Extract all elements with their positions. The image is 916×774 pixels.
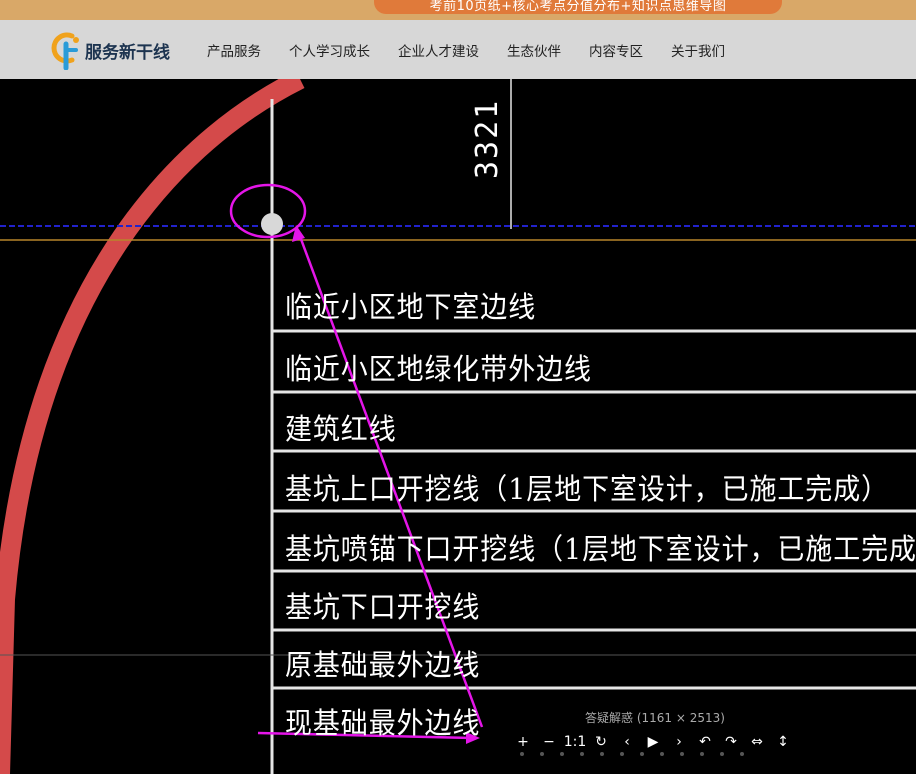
zoom-out-icon[interactable]: − <box>536 734 562 750</box>
flip-vertical-icon[interactable]: ↕ <box>770 734 796 750</box>
legend-label-1: 临近小区地下室边线 <box>285 290 537 324</box>
nav-item-personal-growth[interactable]: 个人学习成长 <box>289 40 370 60</box>
thumbnail-dot[interactable] <box>520 752 524 756</box>
dimension-value: 3321 <box>470 98 505 179</box>
promo-text[interactable]: 考前10页纸+核心考点分值分布+知识点思维导图 <box>374 0 782 14</box>
thumbnail-dot[interactable] <box>720 752 724 756</box>
logo-icon <box>51 32 79 70</box>
prev-icon[interactable]: ‹ <box>614 734 640 750</box>
thumbnail-dot[interactable] <box>740 752 744 756</box>
top-navbar: 服务新干线 产品服务 个人学习成长 企业人才建设 生态伙伴 内容专区 关于我们 <box>0 20 916 79</box>
viewer-thumbnail-dots <box>520 752 790 756</box>
boundary-arc <box>0 79 305 774</box>
nav-item-partners[interactable]: 生态伙伴 <box>507 40 561 60</box>
nav-menu: 产品服务 个人学习成长 企业人才建设 生态伙伴 内容专区 关于我们 <box>193 20 739 79</box>
reset-icon[interactable]: ↻ <box>588 734 614 750</box>
thumbnail-dot[interactable] <box>540 752 544 756</box>
legend-label-7: 原基础最外边线 <box>285 648 481 682</box>
rotate-right-icon[interactable]: ↷ <box>718 734 744 750</box>
thumbnail-dot[interactable] <box>700 752 704 756</box>
thumbnail-dot[interactable] <box>620 752 624 756</box>
zoom-in-icon[interactable]: + <box>510 734 536 750</box>
thumbnail-dot[interactable] <box>640 752 644 756</box>
promo-banner: 考前10页纸+核心考点分值分布+知识点思维导图 <box>0 0 916 20</box>
legend-label-2: 临近小区地绿化带外边线 <box>285 352 592 386</box>
actual-size-icon[interactable]: 1:1 <box>562 734 588 750</box>
legend-label-5: 基坑喷锚下口开挖线（1层地下室设计，已施工完成） <box>285 532 916 566</box>
play-icon[interactable]: ▶ <box>640 734 666 750</box>
legend-label-8: 现基础最外边线 <box>285 706 481 740</box>
logo-text: 服务新干线 <box>85 42 170 63</box>
nav-item-about-us[interactable]: 关于我们 <box>671 40 725 60</box>
point-marker <box>261 213 283 235</box>
legend-label-6: 基坑下口开挖线 <box>285 590 481 624</box>
flip-horizontal-icon[interactable]: ⇔ <box>744 734 770 750</box>
thumbnail-dot[interactable] <box>600 752 604 756</box>
thumbnail-dot[interactable] <box>580 752 584 756</box>
cad-drawing-image[interactable]: 3321 临近小区地下室边线 临近小区地绿化带外边线 建筑红线 基坑上口开挖线（… <box>0 79 916 774</box>
site-logo[interactable]: 服务新干线 <box>50 30 170 70</box>
nav-item-content-zone[interactable]: 内容专区 <box>589 40 643 60</box>
legend-label-4: 基坑上口开挖线（1层地下室设计，已施工完成） <box>285 472 889 506</box>
viewer-caption: 答疑解惑 (1161 × 2513) <box>585 711 725 725</box>
legend-label-3: 建筑红线 <box>285 412 397 446</box>
nav-item-products[interactable]: 产品服务 <box>207 40 261 60</box>
viewer-toolbar: + − 1:1 ↻ ‹ ▶ › ↶ ↷ ⇔ ↕ <box>510 731 796 753</box>
nav-item-enterprise-talent[interactable]: 企业人才建设 <box>398 40 479 60</box>
thumbnail-dot[interactable] <box>560 752 564 756</box>
thumbnail-dot[interactable] <box>680 752 684 756</box>
thumbnail-dot[interactable] <box>660 752 664 756</box>
next-icon[interactable]: › <box>666 734 692 750</box>
rotate-left-icon[interactable]: ↶ <box>692 734 718 750</box>
